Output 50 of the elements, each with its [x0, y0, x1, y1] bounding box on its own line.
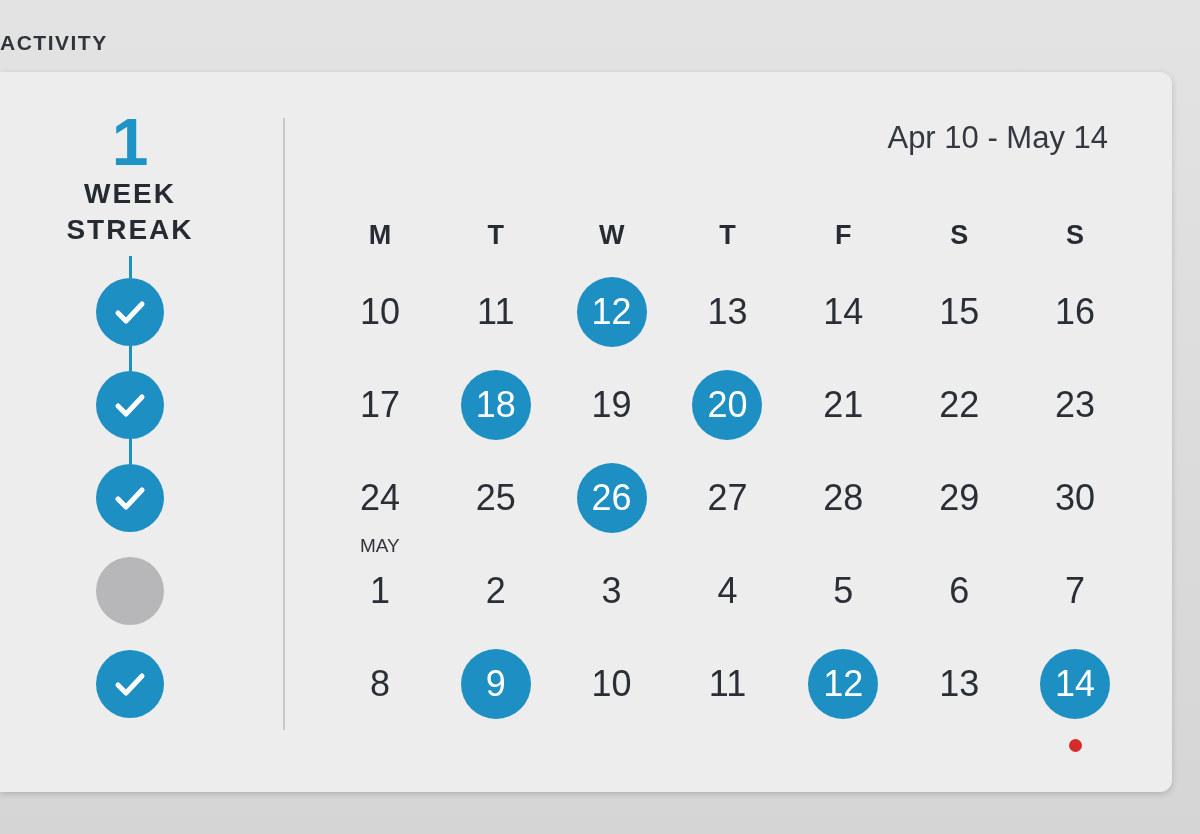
- day-number: 4: [716, 568, 739, 613]
- weekday-label: T: [719, 219, 736, 252]
- streak-count: 1: [111, 112, 149, 172]
- day-number: 1: [368, 568, 391, 613]
- day-number: 17: [358, 382, 401, 427]
- weekday-label: S: [1066, 219, 1085, 252]
- day-number: 21: [822, 382, 865, 427]
- weekday-label: S: [950, 219, 969, 252]
- day-number: 19: [590, 382, 633, 427]
- streak-label: WEEK STREAK: [66, 177, 194, 247]
- day-number: 13: [938, 661, 981, 706]
- day-number: 22: [938, 382, 981, 427]
- day-number: 25: [474, 475, 517, 520]
- day-number: 13: [706, 289, 749, 334]
- day-number: 14: [1040, 648, 1111, 719]
- day-number: 10: [590, 661, 633, 706]
- day-number: 5: [832, 568, 855, 613]
- day-number: 2: [484, 568, 507, 613]
- month-label: MAY: [360, 535, 400, 556]
- day-number: 8: [368, 661, 391, 706]
- day-number: 10: [358, 289, 401, 334]
- day-number: 6: [948, 568, 971, 613]
- date-range: Apr 10 - May 14: [887, 120, 1108, 156]
- day-number: 20: [692, 369, 763, 440]
- day-number: 24: [358, 475, 401, 520]
- day-number: 16: [1054, 289, 1097, 334]
- streak-connector: [128, 346, 132, 371]
- day-number: 3: [600, 568, 623, 613]
- day-number: 12: [576, 276, 647, 347]
- day-number: 12: [808, 648, 879, 719]
- day-number: 23: [1054, 382, 1097, 427]
- day-number: 29: [938, 475, 981, 520]
- day-number: 9: [460, 648, 531, 719]
- day-number: 15: [938, 289, 981, 334]
- day-number: 26: [576, 462, 647, 533]
- weekday-label: M: [368, 219, 392, 252]
- weekday-label: T: [487, 219, 504, 252]
- day-number: 7: [1064, 568, 1087, 613]
- streak-connector: [128, 256, 132, 278]
- day-number: 11: [476, 289, 516, 334]
- day-number: 11: [707, 661, 748, 706]
- day-number: 27: [706, 475, 749, 520]
- weekday-label: F: [835, 219, 852, 252]
- day-number: 14: [822, 289, 865, 334]
- day-number: 28: [822, 475, 865, 520]
- weekday-label: W: [598, 219, 625, 252]
- streak-connector: [128, 439, 132, 464]
- day-number: 18: [460, 369, 531, 440]
- section-title: ACTIVITY: [0, 32, 108, 54]
- day-number: 30: [1054, 475, 1097, 520]
